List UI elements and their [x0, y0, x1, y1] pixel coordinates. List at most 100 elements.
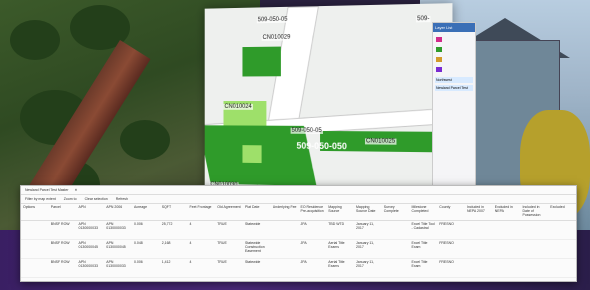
table-cell [465, 258, 493, 278]
parcel-label: CN010029 [261, 34, 292, 41]
table-row[interactable]: BNSF ROW APN 0130000033 APN 0130000033 0.00… [21, 220, 576, 240]
table-cell: JPA [298, 220, 327, 240]
column-header[interactable]: County [437, 204, 465, 221]
layer-item[interactable]: Northwest [435, 77, 473, 83]
table-cell [21, 239, 49, 259]
column-header[interactable]: Feet Frontage [187, 204, 216, 221]
table-cell: Aerial Title Exams [326, 239, 354, 259]
column-header[interactable]: Options [21, 204, 49, 221]
table-cell: TRUE [215, 258, 243, 278]
column-header[interactable]: Acreage [132, 204, 160, 221]
refresh-button[interactable]: Refresh [116, 197, 128, 201]
table-cell [520, 258, 549, 278]
table-cell: FRESNO [437, 220, 465, 240]
table-cell: TBD WTD [326, 220, 354, 240]
table-toolbar: Filter by map extent Zoom to Clear selec… [21, 195, 576, 204]
column-header[interactable]: Mapping Source Date [354, 204, 382, 221]
column-header[interactable]: APN 2006 [104, 204, 132, 221]
table-cell: 4 [187, 239, 216, 259]
column-header[interactable]: Excluded [548, 204, 576, 221]
filter-map-extent-button[interactable]: Filter by map extent [25, 197, 56, 201]
table-row[interactable]: BNSF ROW APN 0130000033 APN 0130000033 0.00… [21, 258, 576, 278]
column-header[interactable]: SQFT [159, 204, 188, 221]
table-cell [21, 220, 49, 240]
table-cell: BNSF ROW [48, 220, 77, 240]
table-cell: BNSF ROW [48, 258, 77, 278]
layer-list-panel[interactable]: Layer List Northwest Newland Parcel Test [432, 22, 476, 189]
parcel[interactable] [242, 46, 281, 77]
legend-swatch [436, 37, 442, 42]
column-header[interactable]: Included in NEPA 2007 [465, 204, 493, 221]
zoom-to-button[interactable]: Zoom to [64, 197, 77, 201]
table-cell: JPA [298, 258, 327, 278]
column-header[interactable]: Included in Date of Possession [520, 204, 549, 221]
column-header[interactable]: Plat Date [243, 204, 271, 221]
table-cell: APN 0130000033 [76, 258, 105, 278]
parcel-label: 509-050-05 [290, 127, 323, 134]
table-cell: Aerial Title Exams [326, 258, 354, 278]
layer-item[interactable]: Newland Parcel Test [435, 85, 473, 91]
tree [10, 20, 60, 60]
table-cell: JPA [298, 239, 327, 259]
table-cell [548, 220, 576, 240]
column-header[interactable]: Milestone Completed [409, 204, 438, 221]
column-header[interactable]: Excluded in NEPA [492, 204, 521, 221]
table-cell: APN 0130000045 [104, 239, 132, 259]
table-cell: January 11, 2017 [354, 239, 382, 259]
table-cell: 1,412 [159, 258, 188, 278]
column-header[interactable]: Underlying Fee [270, 204, 299, 221]
table-cell: Statewide [243, 220, 271, 240]
table-cell: Statewide [243, 258, 271, 278]
table-cell: APN 0130000033 [104, 220, 132, 240]
column-header[interactable]: Old Agreement [215, 204, 243, 221]
close-icon[interactable]: ✕ [75, 188, 78, 192]
table-cell [520, 239, 549, 259]
table-cell: 0.048 [132, 239, 160, 259]
table-cell [492, 258, 521, 278]
clear-selection-button[interactable]: Clear selection [85, 197, 108, 201]
table-cell: BNSF ROW [48, 239, 77, 259]
table-cell: 25,772 [159, 220, 188, 240]
table-cell [381, 258, 410, 278]
table-title: Newland Parcel Test Master [25, 188, 69, 192]
table-cell [270, 220, 299, 240]
legend-swatch [436, 67, 442, 72]
table-cell: 2,168 [159, 239, 188, 259]
attribute-table[interactable]: Newland Parcel Test Master ✕ Filter by m… [20, 185, 577, 282]
parcel-map[interactable]: 509-050-05 CN010029 CN010024 509-050-05 … [204, 3, 453, 199]
table-cell: Statewide Construction Easement [243, 239, 271, 259]
table-cell [465, 239, 493, 259]
legend-swatch [436, 57, 442, 62]
table-cell: 0.006 [132, 220, 160, 240]
table-cell: APN 0130000045 [76, 239, 105, 259]
column-header[interactable]: APN [76, 204, 105, 221]
table-cell [492, 220, 521, 240]
column-header[interactable]: Mapping Source [326, 204, 354, 221]
tree [120, 120, 170, 160]
column-header[interactable]: EO Residence Pre-acquisition [298, 204, 327, 221]
table-cell: TRUE [215, 239, 243, 259]
table-cell: Excel Title Tool - Cadastral [409, 220, 438, 240]
column-header[interactable]: Parcel [48, 204, 77, 221]
table-cell [492, 239, 521, 259]
parcel[interactable] [242, 145, 262, 164]
table-cell [270, 239, 299, 259]
table-cell [465, 220, 493, 240]
layer-list-title: Layer List [433, 23, 475, 32]
table-cell [548, 258, 576, 278]
table-cell: January 11, 2017 [354, 220, 382, 240]
table-cell: FRESNO [437, 239, 465, 259]
table-cell: Excel Title Exam [409, 239, 438, 259]
table-row[interactable]: BNSF ROW APN 0130000045 APN 0130000045 0.04… [21, 239, 576, 259]
table-cell: FRESNO [437, 258, 465, 278]
table-cell [548, 239, 576, 259]
table-cell: 0.006 [132, 258, 160, 278]
table-cell [381, 239, 410, 259]
table-cell: January 11, 2017 [354, 258, 382, 278]
table-cell: APN 0130000033 [104, 258, 132, 278]
column-header[interactable]: Survey Complete [381, 204, 410, 221]
parcel-label: CN010024 [223, 103, 253, 110]
table-cell: 4 [187, 220, 216, 240]
data-table: Options Parcel APN APN 2006 Acreage SQFT Feet … [21, 204, 576, 278]
parcel-label: CN010025 [364, 138, 397, 145]
